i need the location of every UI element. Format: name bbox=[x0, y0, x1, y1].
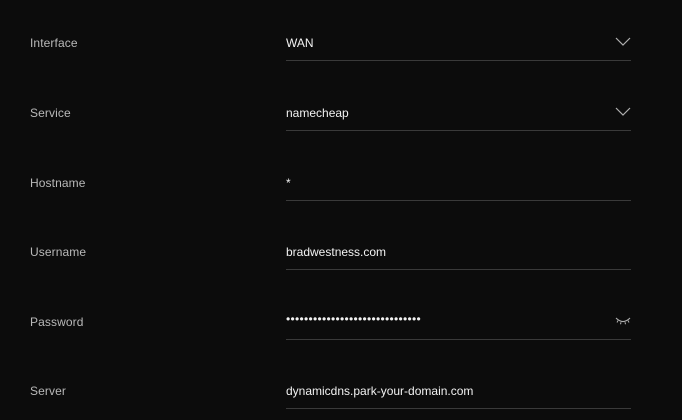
username-value: bradwestness.com bbox=[286, 245, 387, 259]
interface-label: Interface bbox=[30, 36, 78, 50]
interface-value: WAN bbox=[286, 36, 314, 50]
service-label: Service bbox=[30, 106, 71, 120]
chevron-down-icon[interactable] bbox=[615, 104, 631, 118]
dynamic-dns-form: Interface WAN Service namecheap Hostname… bbox=[0, 0, 682, 420]
server-value: dynamicdns.park-your-domain.com bbox=[286, 384, 474, 398]
server-input[interactable]: dynamicdns.park-your-domain.com bbox=[286, 374, 631, 409]
hostname-input[interactable]: * bbox=[286, 166, 631, 201]
server-label: Server bbox=[30, 384, 66, 398]
interface-row: Interface WAN bbox=[0, 26, 682, 66]
service-select[interactable]: namecheap bbox=[286, 96, 631, 131]
server-row: Server dynamicdns.park-your-domain.com bbox=[0, 374, 682, 414]
interface-select[interactable]: WAN bbox=[286, 26, 631, 61]
password-input[interactable]: •••••••••••••••••••••••••••••• bbox=[286, 305, 631, 340]
eye-closed-icon[interactable] bbox=[615, 313, 631, 327]
service-value: namecheap bbox=[286, 106, 349, 120]
username-input[interactable]: bradwestness.com bbox=[286, 235, 631, 270]
password-value: •••••••••••••••••••••••••••••• bbox=[286, 312, 422, 326]
hostname-value: * bbox=[286, 176, 291, 190]
password-label: Password bbox=[30, 315, 84, 329]
username-row: Username bradwestness.com bbox=[0, 235, 682, 275]
username-label: Username bbox=[30, 245, 87, 259]
hostname-label: Hostname bbox=[30, 176, 86, 190]
chevron-down-icon[interactable] bbox=[615, 34, 631, 48]
hostname-row: Hostname * bbox=[0, 166, 682, 206]
password-row: Password •••••••••••••••••••••••••••••• bbox=[0, 305, 682, 345]
service-row: Service namecheap bbox=[0, 96, 682, 136]
